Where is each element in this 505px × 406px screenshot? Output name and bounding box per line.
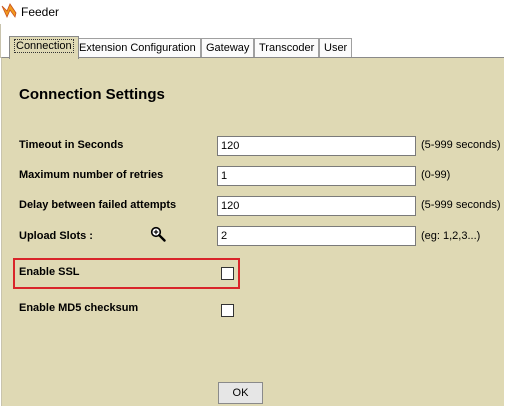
title-bar: Feeder bbox=[0, 0, 505, 24]
window-title: Feeder bbox=[21, 5, 60, 19]
magnifier-cursor-icon bbox=[150, 226, 166, 242]
tab-label: Transcoder bbox=[259, 42, 315, 54]
enable-md5-label: Enable MD5 checksum bbox=[19, 302, 139, 314]
upload-slots-label: Upload Slots : bbox=[19, 230, 93, 242]
tab-gateway[interactable]: Gateway bbox=[201, 38, 255, 58]
upload-slots-input[interactable] bbox=[217, 226, 416, 246]
retry-delay-label: Delay between failed attempts bbox=[19, 199, 177, 211]
tab-user[interactable]: User bbox=[319, 38, 353, 58]
timeout-input[interactable] bbox=[217, 136, 416, 156]
enable-md5-checkbox[interactable] bbox=[221, 304, 234, 317]
enable-ssl-checkbox[interactable] bbox=[221, 267, 234, 280]
tab-label: Extension Configuration bbox=[79, 42, 196, 54]
tab-connection[interactable]: Connection bbox=[9, 36, 79, 59]
retry-delay-input[interactable] bbox=[217, 196, 416, 216]
section-heading: Connection Settings bbox=[19, 86, 165, 103]
tab-label: Connection bbox=[14, 39, 74, 53]
upload-slots-hint: (eg: 1,2,3...) bbox=[421, 230, 481, 242]
tab-label: User bbox=[324, 42, 348, 54]
enable-ssl-label: Enable SSL bbox=[19, 266, 80, 278]
max-retries-hint: (0-99) bbox=[421, 169, 451, 181]
retry-delay-hint: (5-999 seconds) bbox=[421, 199, 501, 211]
tab-transcoder[interactable]: Transcoder bbox=[254, 38, 320, 58]
timeout-hint: (5-999 seconds) bbox=[421, 139, 501, 151]
tab-strip: Connection Extension Configuration Gatew… bbox=[0, 24, 505, 59]
tab-label: Gateway bbox=[206, 42, 250, 54]
tab-extension-configuration[interactable]: Extension Configuration bbox=[74, 38, 201, 58]
feeder-app-icon bbox=[1, 3, 17, 18]
max-retries-label: Maximum number of retries bbox=[19, 169, 164, 181]
ok-button[interactable]: OK bbox=[218, 382, 263, 404]
max-retries-input[interactable] bbox=[217, 166, 416, 186]
timeout-label: Timeout in Seconds bbox=[19, 139, 124, 151]
